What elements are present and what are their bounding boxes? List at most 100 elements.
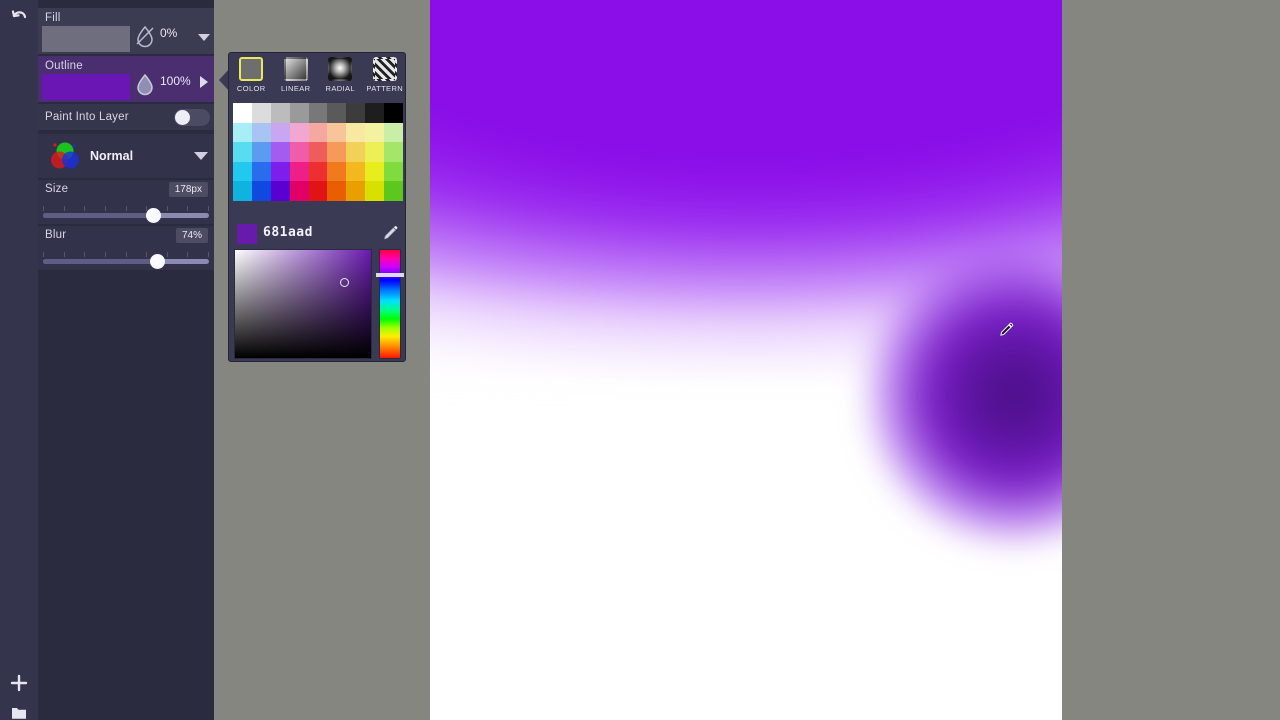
add-icon[interactable] bbox=[0, 666, 38, 700]
paint-into-layer-toggle[interactable] bbox=[174, 109, 210, 126]
color-swatch-2-0[interactable] bbox=[233, 142, 252, 162]
left-sidebar: Fill 0% Outline 100% Paint Into Layer No… bbox=[0, 0, 214, 720]
droplet-filled-icon[interactable] bbox=[134, 72, 156, 101]
color-swatch-2-6[interactable] bbox=[346, 142, 366, 162]
slider-tick bbox=[187, 206, 189, 211]
icon-rail bbox=[0, 0, 38, 720]
outline-opacity-value: 100% bbox=[160, 74, 191, 88]
color-swatch-1-8[interactable] bbox=[384, 122, 403, 143]
blur-slider-row[interactable]: Blur 74% bbox=[38, 226, 214, 270]
slider-tick bbox=[43, 252, 44, 257]
pattern-mode-thumb bbox=[372, 57, 397, 81]
outline-row[interactable]: Outline 100% bbox=[38, 56, 214, 102]
slider-tick bbox=[125, 206, 127, 211]
color-swatch-1-1[interactable] bbox=[251, 122, 271, 143]
color-swatch-1-3[interactable] bbox=[289, 122, 309, 143]
color-swatch-3-7[interactable] bbox=[365, 161, 385, 182]
toggle-knob bbox=[175, 110, 190, 125]
undo-icon[interactable] bbox=[0, 0, 38, 34]
color-swatch-4-7[interactable] bbox=[365, 181, 385, 201]
color-swatch-3-8[interactable] bbox=[384, 161, 403, 182]
slider-tick bbox=[84, 252, 86, 257]
saturation-value-square[interactable] bbox=[234, 249, 372, 359]
color-swatch-2-8[interactable] bbox=[384, 142, 403, 162]
sv-cursor-handle[interactable] bbox=[340, 278, 350, 287]
color-swatch-4-0[interactable] bbox=[233, 181, 252, 201]
color-swatch-4-6[interactable] bbox=[346, 181, 366, 201]
color-swatch-3-2[interactable] bbox=[270, 161, 290, 182]
fill-opacity-value: 0% bbox=[160, 26, 178, 40]
fill-row[interactable]: Fill 0% bbox=[38, 8, 214, 54]
droplet-crossed-icon[interactable] bbox=[134, 24, 156, 53]
color-swatch-0-8[interactable] bbox=[384, 103, 403, 123]
color-swatch-1-5[interactable] bbox=[327, 122, 347, 143]
color-swatch-3-3[interactable] bbox=[289, 161, 309, 182]
color-swatch-1-6[interactable] bbox=[346, 122, 366, 143]
color-swatch-0-0[interactable] bbox=[233, 103, 252, 123]
mode-tab-pattern[interactable]: PATTERN bbox=[365, 57, 405, 93]
hex-value-text[interactable]: 681aad bbox=[263, 225, 313, 240]
slider-tick bbox=[187, 252, 189, 257]
size-slider-handle[interactable] bbox=[145, 208, 161, 223]
color-swatch-0-3[interactable] bbox=[289, 103, 309, 123]
size-slider[interactable] bbox=[43, 206, 209, 223]
brush-properties-panel: Fill 0% Outline 100% Paint Into Layer No… bbox=[38, 0, 214, 720]
color-swatch-4-2[interactable] bbox=[270, 181, 290, 201]
color-swatch-0-6[interactable] bbox=[346, 103, 366, 123]
mode-tab-color[interactable]: COLOR bbox=[231, 57, 271, 93]
color-swatch-2-4[interactable] bbox=[308, 142, 328, 162]
color-swatch-4-4[interactable] bbox=[308, 181, 328, 201]
chevron-down-icon[interactable] bbox=[198, 34, 210, 41]
paint-into-layer-row[interactable]: Paint Into Layer bbox=[38, 104, 214, 130]
fill-color-swatch[interactable] bbox=[42, 26, 130, 52]
color-swatch-0-1[interactable] bbox=[251, 103, 271, 123]
slider-tick bbox=[146, 252, 148, 257]
color-swatch-0-4[interactable] bbox=[308, 103, 328, 123]
color-swatch-0-7[interactable] bbox=[365, 103, 385, 123]
outline-label: Outline bbox=[45, 60, 83, 72]
mode-tab-radial[interactable]: RADIAL bbox=[320, 57, 360, 93]
size-slider-track[interactable] bbox=[43, 213, 209, 218]
color-swatch-3-1[interactable] bbox=[251, 161, 271, 182]
blur-slider-handle[interactable] bbox=[150, 254, 166, 269]
color-swatch-1-4[interactable] bbox=[308, 122, 328, 143]
color-swatch-3-4[interactable] bbox=[308, 161, 328, 182]
color-swatch-2-2[interactable] bbox=[270, 142, 290, 162]
slider-tick bbox=[63, 252, 65, 257]
color-swatch-3-5[interactable] bbox=[327, 161, 347, 182]
layer-icon[interactable] bbox=[0, 696, 38, 720]
color-swatch-0-2[interactable] bbox=[270, 103, 290, 123]
blur-slider-track[interactable] bbox=[43, 259, 209, 264]
chevron-down-icon[interactable] bbox=[194, 152, 208, 160]
blend-mode-row[interactable]: Normal bbox=[38, 134, 214, 178]
slider-tick bbox=[43, 206, 44, 211]
color-swatch-3-6[interactable] bbox=[346, 161, 366, 182]
hue-slider[interactable] bbox=[379, 249, 401, 359]
eyedropper-icon[interactable] bbox=[379, 223, 401, 250]
color-swatch-1-7[interactable] bbox=[365, 122, 385, 143]
size-slider-row[interactable]: Size 178px bbox=[38, 180, 214, 224]
color-swatch-4-1[interactable] bbox=[251, 181, 271, 201]
color-swatch-4-3[interactable] bbox=[289, 181, 309, 201]
color-swatch-2-3[interactable] bbox=[289, 142, 309, 162]
color-swatch-2-1[interactable] bbox=[251, 142, 271, 162]
blur-slider-fill bbox=[43, 259, 161, 264]
color-swatch-1-2[interactable] bbox=[270, 122, 290, 143]
hex-value-row: 681aad bbox=[233, 221, 403, 247]
drawing-canvas[interactable] bbox=[430, 0, 1062, 720]
color-swatch-4-8[interactable] bbox=[384, 181, 403, 201]
mode-tab-linear[interactable]: LINEAR bbox=[276, 57, 316, 93]
color-swatch-0-5[interactable] bbox=[327, 103, 347, 123]
color-swatch-3-0[interactable] bbox=[233, 161, 252, 182]
current-color-chip bbox=[237, 224, 257, 244]
color-swatch-2-7[interactable] bbox=[365, 142, 385, 162]
color-swatch-grid[interactable] bbox=[233, 103, 403, 201]
blur-slider[interactable] bbox=[43, 252, 209, 269]
blur-label: Blur bbox=[45, 229, 67, 241]
outline-color-swatch[interactable] bbox=[42, 74, 130, 100]
chevron-right-icon[interactable] bbox=[200, 76, 208, 88]
color-swatch-1-0[interactable] bbox=[233, 122, 252, 143]
hue-slider-handle[interactable] bbox=[376, 273, 404, 278]
color-swatch-2-5[interactable] bbox=[327, 142, 347, 162]
color-swatch-4-5[interactable] bbox=[327, 181, 347, 201]
